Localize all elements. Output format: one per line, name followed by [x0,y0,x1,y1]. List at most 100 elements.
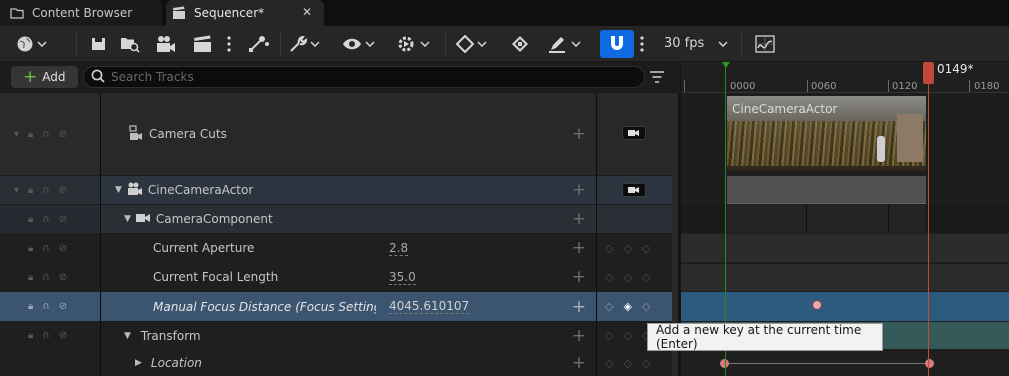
edit-mode-button[interactable] [248,33,270,55]
next-key-icon[interactable]: ◇ [642,242,650,255]
add-subtrack-button[interactable]: + [571,234,587,262]
track-row-cine-camera-actor[interactable]: ▾ 🔒︎ ∩ ⊘ ▼ CineCameraActor + [0,176,678,204]
solo-icon[interactable]: ∩ [42,330,49,341]
lane-manual-focus-distance[interactable] [681,292,1009,321]
toolbar-divider [445,32,446,56]
lock-icon[interactable]: 🔒︎ [28,243,33,254]
expand-caret-icon[interactable]: ▼ [115,185,122,195]
add-subtrack-button[interactable]: + [571,292,587,321]
solo-icon[interactable]: ∩ [42,243,49,254]
snap-options-button[interactable] [640,33,644,55]
solo-icon[interactable]: ∩ [42,301,49,312]
world-menu-button[interactable] [16,33,47,55]
pin-icon[interactable]: ▾ [14,129,19,140]
prev-key-icon[interactable]: ◇ [605,300,613,313]
next-key-icon[interactable]: ◇ [642,271,650,284]
close-icon[interactable]: ✕ [302,5,312,19]
mute-icon[interactable]: ⊘ [59,272,67,283]
track-row-current-aperture[interactable]: ▾🔒︎∩⊘ Current Aperture 2.8 + ◇◇◇ [0,234,678,262]
component-section[interactable] [727,205,926,233]
playhead-line[interactable] [928,62,929,376]
auto-key-button[interactable] [510,33,530,55]
track-row-location[interactable]: ▶ Location + ◇ ◇ ◇ [0,350,678,376]
pin-icon[interactable]: ▾ [14,185,19,196]
prev-key-icon[interactable]: ◇ [605,242,613,255]
add-subtrack-button[interactable]: + [571,322,587,349]
curve-editor-button[interactable] [755,33,775,55]
more-options-button[interactable] [227,33,231,55]
prev-key-icon[interactable]: ◇ [605,357,613,370]
row-gutter: ▾🔒︎∩⊘ [0,234,100,262]
lock-icon[interactable]: 🔒︎ [28,214,33,225]
add-subtrack-button[interactable]: + [571,176,587,204]
prev-key-icon[interactable]: ◇ [605,329,613,342]
solo-icon[interactable]: ∩ [42,129,49,140]
keyframe-dot[interactable] [812,300,822,310]
chevron-down-icon [571,41,581,47]
fps-dropdown[interactable]: 30 fps [664,33,728,53]
edit-key-button[interactable] [548,33,581,55]
camera-lock-button[interactable] [622,126,646,140]
add-key-icon[interactable]: ◇ [623,271,631,284]
mute-icon[interactable]: ⊘ [59,301,67,312]
lock-icon[interactable]: 🔒︎ [28,272,33,283]
expand-caret-icon[interactable]: ▼ [124,214,131,224]
search-box[interactable] [83,66,645,88]
filter-icon[interactable] [649,70,665,87]
property-value[interactable]: 35.0 [389,263,416,291]
lock-icon[interactable]: 🔒︎ [28,185,33,196]
track-row-current-focal-length[interactable]: ▾🔒︎∩⊘ Current Focal Length 35.0 + ◇◇◇ [0,263,678,291]
mute-icon[interactable]: ⊘ [59,129,67,140]
add-track-button[interactable]: + Add [11,66,78,88]
actions-menu-button[interactable] [289,33,320,55]
mute-icon[interactable]: ⊘ [59,214,67,225]
next-key-icon[interactable]: ◇ [642,357,650,370]
playback-options-button[interactable] [397,33,430,55]
add-key-icon[interactable]: ◇ [623,329,631,342]
browse-button[interactable] [120,33,140,55]
solo-icon[interactable]: ∩ [42,185,49,196]
add-subtrack-button[interactable]: + [571,93,587,175]
lane-current-focal-length[interactable] [681,263,1009,291]
next-key-icon[interactable]: ◇ [642,300,650,313]
camera-lock-button[interactable] [622,183,646,197]
snap-toggle[interactable] [600,30,634,58]
mute-icon[interactable]: ⊘ [59,243,67,254]
expand-caret-icon[interactable]: ▶ [135,358,142,368]
lock-icon[interactable]: 🔒︎ [28,301,33,312]
expand-caret-icon[interactable]: ▼ [124,331,131,341]
property-value[interactable]: 2.8 [389,234,409,262]
track-row-camera-cuts[interactable]: ▾ 🔒︎ ∩ ⊘ Camera Cuts + [0,93,678,175]
solo-icon[interactable]: ∩ [42,214,49,225]
solo-icon[interactable]: ∩ [42,272,49,283]
search-input[interactable] [111,70,631,84]
lock-icon[interactable]: 🔒︎ [28,330,33,341]
track-row-manual-focus-distance[interactable]: ▾🔒︎∩⊘ Manual Focus Distance (Focus Setti… [0,292,678,321]
keyframe-dot[interactable] [925,359,934,368]
tab-content-browser[interactable]: Content Browser [0,0,162,26]
add-subtrack-button[interactable]: + [571,263,587,291]
mute-icon[interactable]: ⊘ [59,330,67,341]
actor-section[interactable] [727,176,926,204]
ruler-tick [684,80,685,92]
key-interp-button[interactable] [456,33,487,55]
actor-to-sequencer-button[interactable] [156,33,176,55]
camera-cut-section[interactable]: CineCameraActor [727,96,926,171]
view-menu-button[interactable] [342,33,375,55]
track-row-camera-component[interactable]: ▾🔒︎∩⊘ ▼ CameraComponent + [0,205,678,233]
playhead-handle[interactable] [923,62,934,84]
property-value[interactable]: 4045.610107 [389,292,470,321]
add-subtrack-button[interactable]: + [571,205,587,233]
lane-current-aperture[interactable] [681,234,1009,262]
save-button[interactable] [91,33,107,55]
track-row-transform[interactable]: ▾🔒︎∩⊘ ▼ Transform + ◇◇◇ [0,322,678,349]
add-subtrack-button[interactable]: + [571,350,587,376]
mute-icon[interactable]: ⊘ [59,185,67,196]
tab-sequencer[interactable]: Sequencer* ✕ [166,0,324,26]
add-key-icon[interactable]: ◇ [623,357,631,370]
render-movie-button[interactable] [193,33,213,55]
prev-key-icon[interactable]: ◇ [605,271,613,284]
add-key-icon[interactable]: ◇ [623,242,631,255]
add-key-icon[interactable]: ◈ [623,300,631,313]
lock-icon[interactable]: 🔒︎ [28,129,33,140]
